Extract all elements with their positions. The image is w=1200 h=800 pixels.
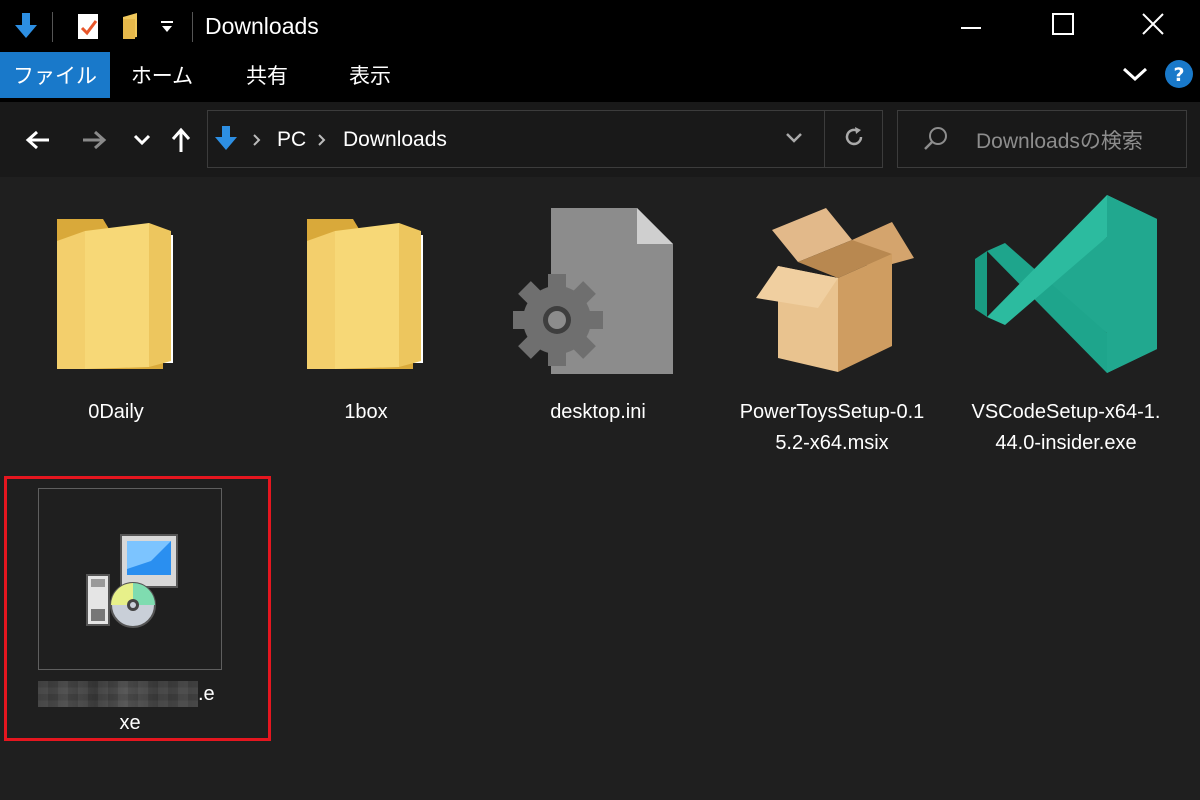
- folder-icon: [271, 193, 461, 378]
- up-button[interactable]: [163, 124, 199, 160]
- customize-dropdown-icon[interactable]: [154, 0, 180, 52]
- file-name: desktop.ini: [550, 401, 646, 423]
- minimize-icon: [961, 17, 981, 35]
- forward-button[interactable]: [76, 124, 112, 160]
- chevron-down-icon: [1122, 66, 1148, 87]
- help-icon: ?: [1164, 59, 1194, 94]
- maximize-button[interactable]: [1018, 0, 1108, 52]
- chevron-down-icon: [785, 131, 803, 149]
- refresh-button[interactable]: [824, 111, 883, 167]
- properties-icon[interactable]: [72, 0, 104, 52]
- package-icon: [737, 193, 927, 378]
- breadcrumb-chevron-icon[interactable]: [317, 111, 327, 169]
- breadcrumb-pc[interactable]: PC: [277, 111, 306, 169]
- search-icon: [922, 125, 950, 153]
- help-button[interactable]: ?: [1162, 58, 1196, 94]
- vscode-icon: [971, 193, 1161, 378]
- close-icon: [1142, 12, 1164, 40]
- file-name-line2: xe: [119, 712, 141, 734]
- file-item-installer-exe[interactable]: [38, 488, 222, 670]
- file-name: PowerToysSetup-0.15.2-x64.msix: [739, 401, 925, 454]
- close-button[interactable]: [1108, 0, 1198, 52]
- folder-icon: [21, 193, 211, 378]
- file-name: 0Daily: [88, 401, 144, 423]
- installer-icon: [81, 531, 181, 636]
- back-arrow-icon: [25, 130, 51, 155]
- recent-chevron-icon: [133, 133, 151, 151]
- breadcrumb-chevron-icon[interactable]: [252, 111, 262, 169]
- download-arrow-icon[interactable]: [10, 0, 42, 52]
- tab-file[interactable]: ファイル: [0, 52, 110, 98]
- expand-ribbon-button[interactable]: [1118, 58, 1152, 94]
- search-box[interactable]: Downloadsの検索: [897, 110, 1187, 168]
- up-arrow-icon: [171, 127, 191, 158]
- tab-view[interactable]: 表示: [333, 52, 407, 98]
- minimize-button[interactable]: [926, 0, 1016, 52]
- window-title: Downloads: [205, 13, 319, 39]
- settings-file-icon: [503, 193, 693, 378]
- address-bar[interactable]: PC Downloads: [207, 110, 883, 168]
- title-bar: Downloads: [0, 0, 1200, 52]
- recent-locations-button[interactable]: [124, 124, 160, 160]
- file-name: 1box: [344, 401, 388, 423]
- back-button[interactable]: [20, 124, 56, 160]
- address-history-button[interactable]: [782, 111, 806, 169]
- tab-home[interactable]: ホーム: [122, 52, 202, 98]
- downloads-location-icon: [214, 124, 238, 159]
- toolbar-separator: [192, 12, 193, 42]
- navigation-bar: PC Downloads Downloadsの検索: [0, 102, 1200, 177]
- search-input[interactable]: Downloadsの検索: [976, 111, 1143, 169]
- maximize-icon: [1052, 12, 1074, 40]
- toolbar-separator: [52, 12, 53, 42]
- file-name-suffix: .e: [198, 683, 215, 705]
- breadcrumb-downloads[interactable]: Downloads: [343, 111, 447, 169]
- tab-share[interactable]: 共有: [230, 52, 304, 98]
- blurred-file-name: [38, 681, 198, 707]
- ribbon-tabs: ファイル ホーム 共有 表示 ?: [0, 52, 1200, 102]
- refresh-icon: [842, 125, 866, 154]
- svg-text:?: ?: [1173, 64, 1184, 86]
- file-name: VSCodeSetup-x64-1.44.0-insider.exe: [971, 401, 1161, 454]
- forward-arrow-icon: [81, 130, 107, 155]
- new-folder-icon[interactable]: [114, 0, 146, 52]
